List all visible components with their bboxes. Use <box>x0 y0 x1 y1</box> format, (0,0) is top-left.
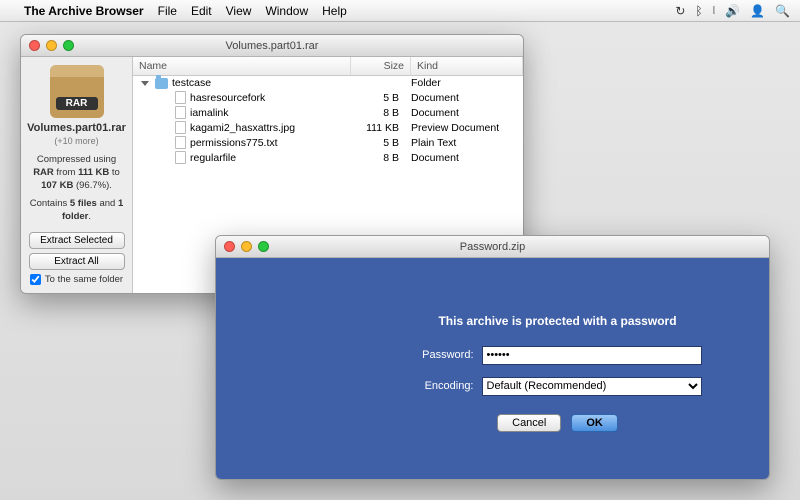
menu-file[interactable]: File <box>158 4 177 18</box>
document-icon <box>175 91 186 104</box>
password-window: Password.zip This archive is protected w… <box>215 235 770 480</box>
same-folder-checkbox-input[interactable] <box>30 274 41 285</box>
bluetooth-icon[interactable]: ᛒ <box>695 4 702 18</box>
volume-icon[interactable]: 🔊 <box>725 4 740 18</box>
folder-icon <box>155 78 168 89</box>
disclosure-triangle-icon[interactable] <box>141 81 149 86</box>
time-machine-icon[interactable]: ↻ <box>675 4 685 18</box>
file-kind: Folder <box>405 77 517 89</box>
file-kind: Document <box>405 152 517 164</box>
close-icon[interactable] <box>29 40 40 51</box>
spotlight-icon[interactable]: 🔍 <box>775 4 790 18</box>
column-header-name[interactable]: Name <box>133 57 351 75</box>
file-row[interactable]: hasresourcefork 5 BDocument <box>133 90 523 105</box>
menubar: The Archive Browser File Edit View Windo… <box>0 0 800 22</box>
extract-selected-button[interactable]: Extract Selected <box>29 232 125 249</box>
file-name: permissions775.txt <box>190 137 278 149</box>
file-kind: Document <box>405 107 517 119</box>
document-icon <box>175 151 186 164</box>
archive-filename: Volumes.part01.rar <box>27 122 126 134</box>
status-icons: ↻ ᛒ ⧙ 🔊 👤 🔍 <box>675 3 790 18</box>
wifi-icon[interactable]: ⧙ <box>713 3 716 18</box>
password-window-title: Password.zip <box>216 241 769 253</box>
column-header-kind[interactable]: Kind <box>411 57 523 75</box>
file-size: 111 KB <box>345 122 405 134</box>
rar-file-icon: RAR <box>50 65 104 118</box>
file-list-header: Name Size Kind <box>133 57 523 76</box>
file-kind: Document <box>405 92 517 104</box>
file-row[interactable]: iamalink 8 BDocument <box>133 105 523 120</box>
file-name: hasresourcefork <box>190 92 265 104</box>
user-icon[interactable]: 👤 <box>750 4 765 18</box>
archive-compression-info: Compressed using RAR from 111 KB to 107 … <box>27 154 126 192</box>
column-header-size[interactable]: Size <box>351 57 411 75</box>
menu-view[interactable]: View <box>226 4 252 18</box>
document-icon <box>175 106 186 119</box>
file-row[interactable]: kagami2_hasxattrs.jpg 111 KBPreview Docum… <box>133 120 523 135</box>
file-name: kagami2_hasxattrs.jpg <box>190 122 295 134</box>
password-label: Password: <box>414 349 474 361</box>
archive-window-title: Volumes.part01.rar <box>21 40 523 52</box>
password-heading: This archive is protected with a passwor… <box>438 314 676 328</box>
close-icon[interactable] <box>224 241 235 252</box>
password-input[interactable] <box>482 346 702 365</box>
file-name: regularfile <box>190 152 236 164</box>
rar-icon-label: RAR <box>56 97 98 110</box>
same-folder-checkbox[interactable]: To the same folder <box>30 274 123 285</box>
file-row[interactable]: permissions775.txt 5 BPlain Text <box>133 135 523 150</box>
app-menu[interactable]: The Archive Browser <box>24 4 144 18</box>
document-icon <box>175 121 186 134</box>
archive-sidebar: RAR Volumes.part01.rar (+10 more) Compre… <box>21 57 133 293</box>
archive-contents-info: Contains 5 files and 1 folder. <box>27 198 126 224</box>
file-size: 8 B <box>345 107 405 119</box>
menu-help[interactable]: Help <box>322 4 347 18</box>
file-kind: Preview Document <box>405 122 517 134</box>
cancel-button[interactable]: Cancel <box>497 414 561 432</box>
encoding-select[interactable]: Default (Recommended) <box>482 377 702 396</box>
file-size: 5 B <box>345 137 405 149</box>
zoom-icon[interactable] <box>63 40 74 51</box>
same-folder-checkbox-label: To the same folder <box>45 274 123 285</box>
zoom-icon[interactable] <box>258 241 269 252</box>
minimize-icon[interactable] <box>46 40 57 51</box>
encoding-label: Encoding: <box>414 380 474 392</box>
extract-all-button[interactable]: Extract All <box>29 253 125 270</box>
file-kind: Plain Text <box>405 137 517 149</box>
file-name: iamalink <box>190 107 229 119</box>
archive-more-parts: (+10 more) <box>54 136 98 146</box>
file-row[interactable]: testcase Folder <box>133 76 523 90</box>
file-size: 8 B <box>345 152 405 164</box>
menu-window[interactable]: Window <box>265 4 308 18</box>
password-titlebar[interactable]: Password.zip <box>216 236 769 258</box>
ok-button[interactable]: OK <box>571 414 618 432</box>
minimize-icon[interactable] <box>241 241 252 252</box>
file-size: 5 B <box>345 92 405 104</box>
file-row[interactable]: regularfile 8 BDocument <box>133 150 523 165</box>
menu-edit[interactable]: Edit <box>191 4 212 18</box>
file-name: testcase <box>172 77 211 89</box>
archive-titlebar[interactable]: Volumes.part01.rar <box>21 35 523 57</box>
document-icon <box>175 136 186 149</box>
